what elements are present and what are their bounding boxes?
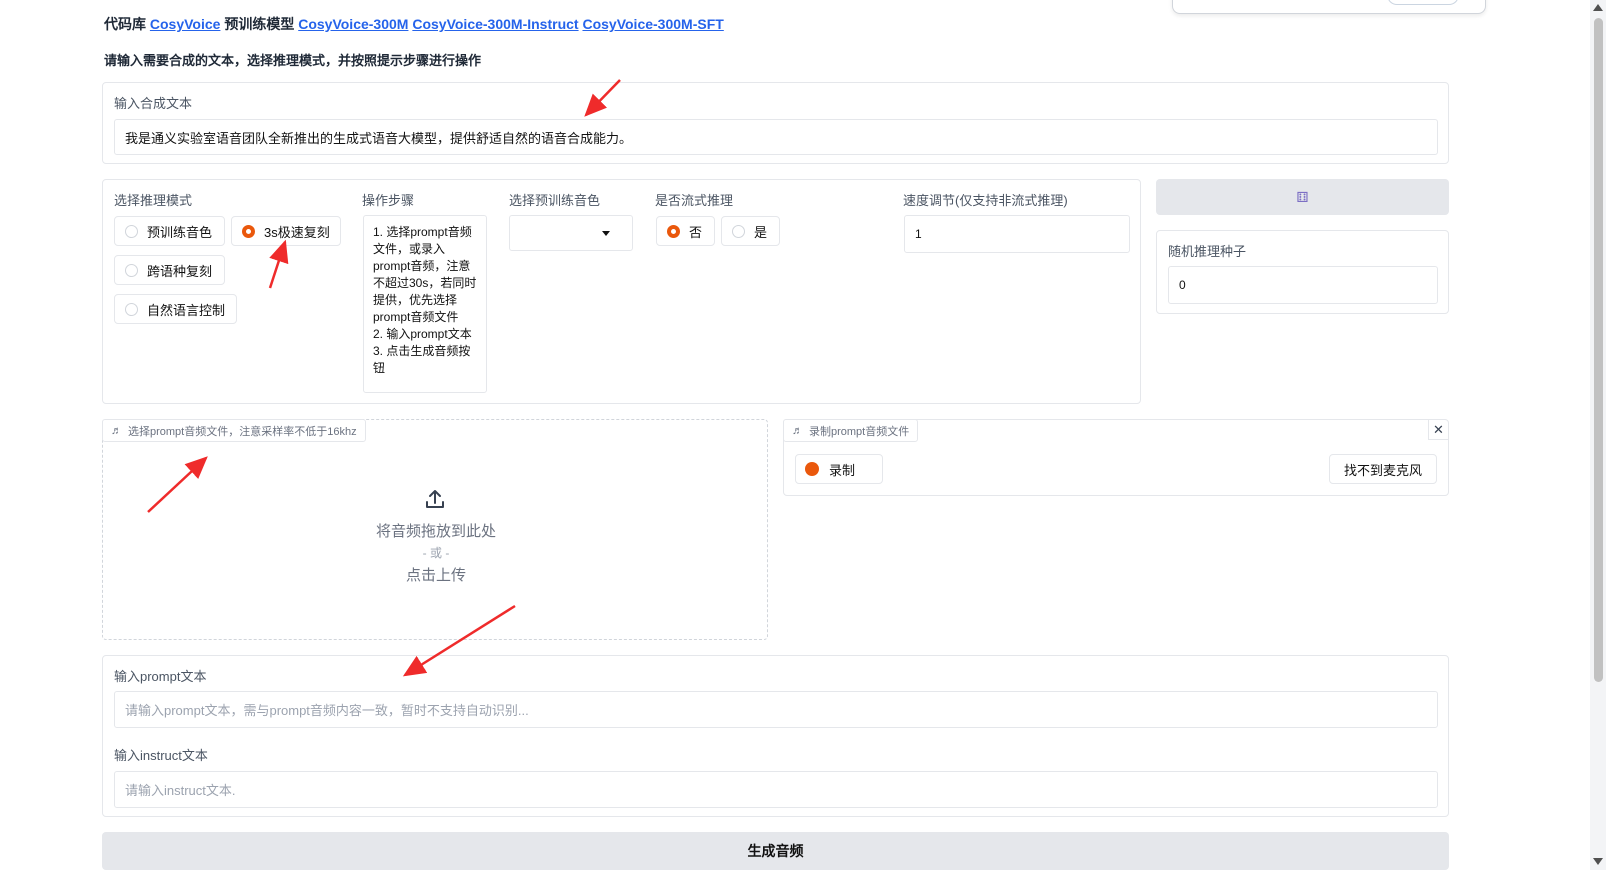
- model-link-300m[interactable]: CosyVoice-300M: [298, 16, 408, 32]
- prompt-instruct-panel: 输入prompt文本 请输入prompt文本，需与prompt音频内容一致，暂时…: [102, 655, 1449, 817]
- generate-audio-label: 生成音频: [747, 843, 804, 859]
- stream-option-label: 是: [754, 224, 768, 240]
- radio-dot-selected: [242, 224, 255, 238]
- instruct-text-input[interactable]: 请输入instruct文本.: [114, 771, 1438, 808]
- prompt-text-input[interactable]: 请输入prompt文本，需与prompt音频内容一致，暂时不支持自动识别...: [114, 691, 1438, 728]
- popup-fragment: [1172, 0, 1486, 14]
- mode-option-label: 3s极速复刻: [264, 224, 330, 240]
- voice-select-label: 选择预训练音色: [509, 193, 601, 208]
- instruct-text-label: 输入instruct文本: [114, 748, 208, 763]
- mode-option-instruct[interactable]: 自然语言控制: [114, 294, 237, 324]
- speed-input[interactable]: 1: [904, 215, 1130, 253]
- upload-tag: ♬ 选择prompt音频文件，注意采样率不低于16khz: [102, 419, 366, 442]
- seed-label: 随机推理种子: [1168, 244, 1247, 259]
- tts-text-panel: 输入合成文本 我是通义实验室语音团队全新推出的生成式语音大模型，提供舒适自然的语…: [102, 82, 1449, 164]
- generate-audio-button[interactable]: 生成音频: [102, 832, 1449, 870]
- options-panel: 选择推理模式 预训练音色 3s极速复刻 跨语种复刻 自然语言控制 操作步骤 1.…: [102, 179, 1141, 404]
- record-button-label: 录制: [829, 462, 856, 478]
- microphone-select-button[interactable]: 找不到麦克风: [1329, 454, 1437, 484]
- instruct-text-placeholder: 请输入instruct文本.: [125, 783, 236, 798]
- dice-icon: ⚅: [1296, 188, 1309, 205]
- stream-option-yes[interactable]: 是: [721, 216, 780, 246]
- prompt-audio-upload[interactable]: ♬ 选择prompt音频文件，注意采样率不低于16khz 将音频拖放到此处 - …: [102, 419, 768, 640]
- microphone-label: 找不到麦克风: [1343, 462, 1422, 478]
- radio-dot: [732, 224, 745, 238]
- record-tag-text: 录制prompt音频文件: [809, 425, 910, 438]
- model-link-300m-instruct[interactable]: CosyVoice-300M-Instruct: [412, 16, 578, 32]
- page-subtitle: 请输入需要合成的文本，选择推理模式，并按照提示步骤进行操作: [104, 53, 482, 68]
- prompt-text-label: 输入prompt文本: [114, 669, 207, 684]
- chevron-down-icon: [602, 231, 610, 236]
- mode-option-3s-clone[interactable]: 3s极速复刻: [231, 216, 341, 246]
- music-note-icon: ♬: [792, 424, 803, 437]
- stream-option-no[interactable]: 否: [656, 216, 715, 246]
- speed-label: 速度调节(仅支持非流式推理): [903, 193, 1068, 208]
- close-icon[interactable]: ✕: [1428, 420, 1448, 440]
- scroll-up-icon[interactable]: [1593, 4, 1603, 11]
- prompt-text-placeholder: 请输入prompt文本，需与prompt音频内容一致，暂时不支持自动识别...: [125, 703, 529, 718]
- seed-value: 0: [1179, 278, 1186, 292]
- upload-drop-text: 将音频拖放到此处: [375, 523, 496, 540]
- mode-option-label: 跨语种复刻: [147, 263, 213, 279]
- upload-or-text: - 或 -: [422, 546, 450, 560]
- record-dot-icon: [805, 462, 819, 476]
- header-links: 代码库 CosyVoice 预训练模型 CosyVoice-300M CosyV…: [104, 14, 724, 34]
- models-label: 预训练模型: [224, 16, 295, 32]
- upload-icon: [424, 488, 446, 510]
- random-seed-button[interactable]: ⚅: [1156, 179, 1449, 215]
- mode-label: 选择推理模式: [114, 193, 193, 208]
- page-scrollbar-thumb[interactable]: [1594, 18, 1603, 682]
- radio-dot: [125, 263, 138, 277]
- mode-option-label: 预训练音色: [147, 224, 213, 240]
- record-button[interactable]: 录制: [795, 454, 883, 484]
- tts-text-label: 输入合成文本: [114, 96, 193, 111]
- steps-label: 操作步骤: [362, 193, 415, 208]
- stream-label: 是否流式推理: [655, 193, 734, 208]
- radio-dot-selected: [667, 224, 680, 238]
- radio-dot: [125, 302, 138, 316]
- popup-button-fragment[interactable]: [1387, 0, 1459, 5]
- mode-option-pretrained[interactable]: 预训练音色: [114, 216, 225, 246]
- tts-text-input[interactable]: 我是通义实验室语音团队全新推出的生成式语音大模型，提供舒适自然的语音合成能力。: [114, 119, 1438, 155]
- music-note-icon: ♬: [111, 424, 122, 437]
- upload-tag-text: 选择prompt音频文件，注意采样率不低于16khz: [128, 425, 357, 438]
- repo-label: 代码库: [104, 16, 146, 32]
- voice-select-dropdown[interactable]: [509, 215, 633, 251]
- steps-textbox[interactable]: 1. 选择prompt音频文件，或录入prompt音频，注意不超过30s，若同时…: [363, 215, 487, 393]
- record-tag: ♬ 录制prompt音频文件: [783, 419, 919, 442]
- model-link-300m-sft[interactable]: CosyVoice-300M-SFT: [582, 16, 723, 32]
- seed-panel: 随机推理种子 0: [1156, 230, 1449, 314]
- upload-click-text: 点击上传: [405, 567, 466, 584]
- speed-value: 1: [915, 227, 922, 241]
- mode-option-label: 自然语言控制: [147, 302, 226, 318]
- mode-option-cross-lingual[interactable]: 跨语种复刻: [114, 255, 225, 285]
- stream-option-label: 否: [689, 224, 703, 240]
- repo-link[interactable]: CosyVoice: [150, 16, 221, 32]
- prompt-audio-record: ♬ 录制prompt音频文件 ✕ 录制 找不到麦克风: [783, 419, 1449, 496]
- seed-input[interactable]: 0: [1168, 266, 1438, 304]
- tts-text-value: 我是通义实验室语音团队全新推出的生成式语音大模型，提供舒适自然的语音合成能力。: [125, 130, 633, 146]
- scroll-down-icon[interactable]: [1593, 858, 1603, 865]
- radio-dot: [125, 224, 138, 238]
